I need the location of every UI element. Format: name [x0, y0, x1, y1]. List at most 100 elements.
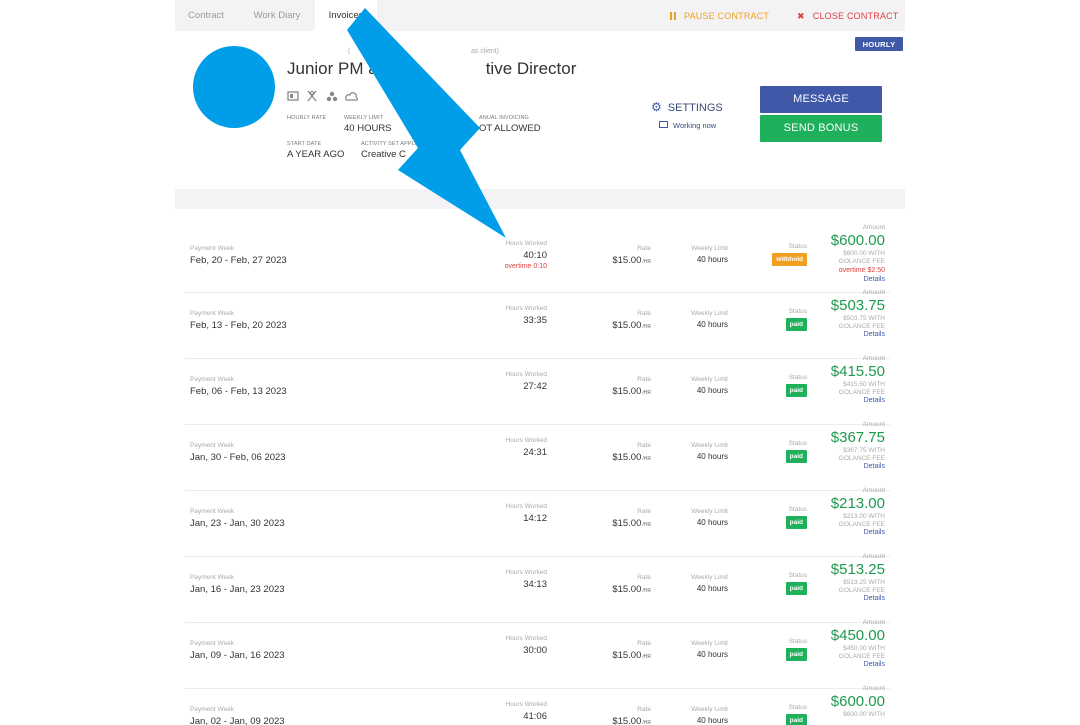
hourly-badge: HOURLY	[855, 37, 903, 51]
start-date-label: START DATE	[287, 141, 322, 147]
invoice-row: Payment Week Jan, 23 - Jan, 30 2023 Hours …	[185, 487, 890, 557]
rate-amount: $15.00	[612, 452, 642, 463]
weekly-limit-label: Weekly Limit	[691, 508, 728, 515]
invoice-row: Payment Week Jan, 02 - Jan, 09 2023 Hours …	[185, 685, 890, 725]
payment-week-value: Jan, 16 - Jan, 23 2023	[190, 584, 285, 595]
tab-work-diary[interactable]: Work Diary	[243, 0, 311, 31]
close-contract-button[interactable]: ✖ CLOSE CONTRACT	[797, 0, 899, 31]
amount-value: $503.75	[830, 297, 885, 314]
settings-link[interactable]: ⚙ SETTINGS	[651, 100, 723, 114]
working-now-status: Working now	[659, 121, 716, 130]
message-button[interactable]: MESSAGE	[760, 86, 882, 113]
amount-value: $415.50	[830, 363, 885, 380]
rate-label: Rate	[637, 706, 651, 713]
hours-worked-label: Hours Worked	[505, 437, 547, 444]
payment-week-label: Payment Week	[190, 245, 234, 252]
contract-title: Junior PM a tive Director	[287, 59, 576, 79]
fee-line-2: GOLANCE FEE	[838, 455, 885, 462]
fee-line-2: GOLANCE FEE	[838, 258, 885, 265]
status-label: Status	[788, 243, 807, 250]
rate-label: Rate	[637, 245, 651, 252]
payment-week-label: Payment Week	[190, 376, 234, 383]
fee-line-1: $450.00 WITH	[843, 645, 885, 652]
weekly-limit-value: 40 hours	[696, 320, 728, 329]
amount-label: Amount	[862, 355, 885, 362]
hours-worked-label: Hours Worked	[505, 701, 547, 708]
rate-unit: /HR	[642, 259, 651, 265]
rate-value: $15.00/HR	[612, 518, 651, 529]
status-label: Status	[788, 440, 807, 447]
amount-label: Amount	[862, 487, 885, 494]
weekly-limit-label: Weekly Limit	[691, 640, 728, 647]
rate-unit: /HR	[642, 588, 651, 594]
fee-line-1: $600.00 WITH	[843, 711, 885, 718]
rate-amount: $15.00	[612, 255, 642, 266]
close-contract-label: CLOSE CONTRACT	[812, 11, 899, 21]
payment-week-value: Feb, 20 - Feb, 27 2023	[190, 255, 287, 266]
rate-amount: $15.00	[612, 386, 642, 397]
hours-worked-value: 41:06	[523, 711, 547, 722]
payment-week-value: Feb, 06 - Feb, 13 2023	[190, 386, 287, 397]
status-badge: paid	[785, 318, 807, 331]
manual-invoicing-label: ANUAL INVOICING	[479, 115, 529, 121]
tab-invoices[interactable]: Invoices	[315, 0, 377, 31]
status-label: Status	[788, 374, 807, 381]
amount-label: Amount	[862, 289, 885, 296]
client-note: as client)	[471, 48, 500, 55]
rate-label: Rate	[637, 310, 651, 317]
fee-line-1: $600.00 WITH	[843, 250, 885, 257]
weekly-limit-value: 40 hours	[696, 386, 728, 395]
hours-worked-value: 24:31	[523, 447, 547, 458]
invoice-row: Payment Week Feb, 06 - Feb, 13 2023 Hours …	[185, 355, 890, 425]
amount-label: Amount	[862, 619, 885, 626]
details-link[interactable]: Details	[864, 661, 885, 668]
payment-week-value: Jan, 30 - Feb, 06 2023	[190, 452, 286, 463]
rate-amount: $15.00	[612, 320, 642, 331]
rate-label: Rate	[637, 508, 651, 515]
payment-week-label: Payment Week	[190, 442, 234, 449]
settings-label: SETTINGS	[667, 102, 723, 114]
weekly-limit-value: 40 hours	[696, 518, 728, 527]
working-now-label: Working now	[673, 121, 717, 130]
rate-label: Rate	[637, 376, 651, 383]
rate-amount: $15.00	[612, 584, 642, 595]
amount-label: Amount	[862, 685, 885, 692]
rate-amount: $15.00	[612, 650, 642, 661]
details-link[interactable]: Details	[864, 463, 885, 470]
payment-week-value: Jan, 23 - Jan, 30 2023	[190, 518, 285, 529]
tab-contract[interactable]: Contract	[175, 0, 237, 31]
status-label: Status	[788, 704, 807, 711]
rate-unit: /HR	[642, 324, 651, 330]
details-link[interactable]: Details	[864, 397, 885, 404]
send-bonus-button[interactable]: SEND BONUS	[760, 115, 882, 142]
details-link[interactable]: Details	[864, 331, 885, 338]
details-link[interactable]: Details	[864, 595, 885, 602]
rate-unit: /HR	[642, 390, 651, 396]
rate-value: $15.00/HR	[612, 650, 651, 661]
invoice-row: Payment Week Jan, 09 - Jan, 16 2023 Hours …	[185, 619, 890, 689]
payment-week-value: Jan, 09 - Jan, 16 2023	[190, 650, 285, 661]
hours-worked-value: 34:13	[523, 579, 547, 590]
fee-line-1: $415.50 WITH	[843, 381, 885, 388]
rate-value: $15.00/HR	[612, 320, 651, 331]
payment-week-label: Payment Week	[190, 574, 234, 581]
status-label: Status	[788, 572, 807, 579]
details-link[interactable]: Details	[864, 276, 885, 283]
hours-worked-label: Hours Worked	[505, 635, 547, 642]
overtime-value: overtime 0:10	[504, 263, 547, 270]
rate-label: Rate	[637, 442, 651, 449]
weekly-limit-label: WEEKLY LIMIT	[344, 115, 384, 121]
contract-title-start: Junior PM a	[287, 59, 378, 78]
cloud-icon	[345, 89, 359, 101]
rate-unit: /HR	[642, 720, 651, 725]
hours-worked-value: 33:35	[523, 315, 547, 326]
invoice-row: Payment Week Feb, 13 - Feb, 20 2023 Hours …	[185, 289, 890, 359]
gear-icon: ⚙	[651, 100, 662, 114]
payment-week-label: Payment Week	[190, 508, 234, 515]
fee-line-1: $513.25 WITH	[843, 579, 885, 586]
pause-contract-button[interactable]: PAUSE CONTRACT	[670, 0, 769, 31]
weekly-limit-value: 40 hours	[696, 584, 728, 593]
invoice-row: Payment Week Jan, 30 - Feb, 06 2023 Hours …	[185, 421, 890, 491]
rate-label: Rate	[637, 640, 651, 647]
details-link[interactable]: Details	[864, 529, 885, 536]
